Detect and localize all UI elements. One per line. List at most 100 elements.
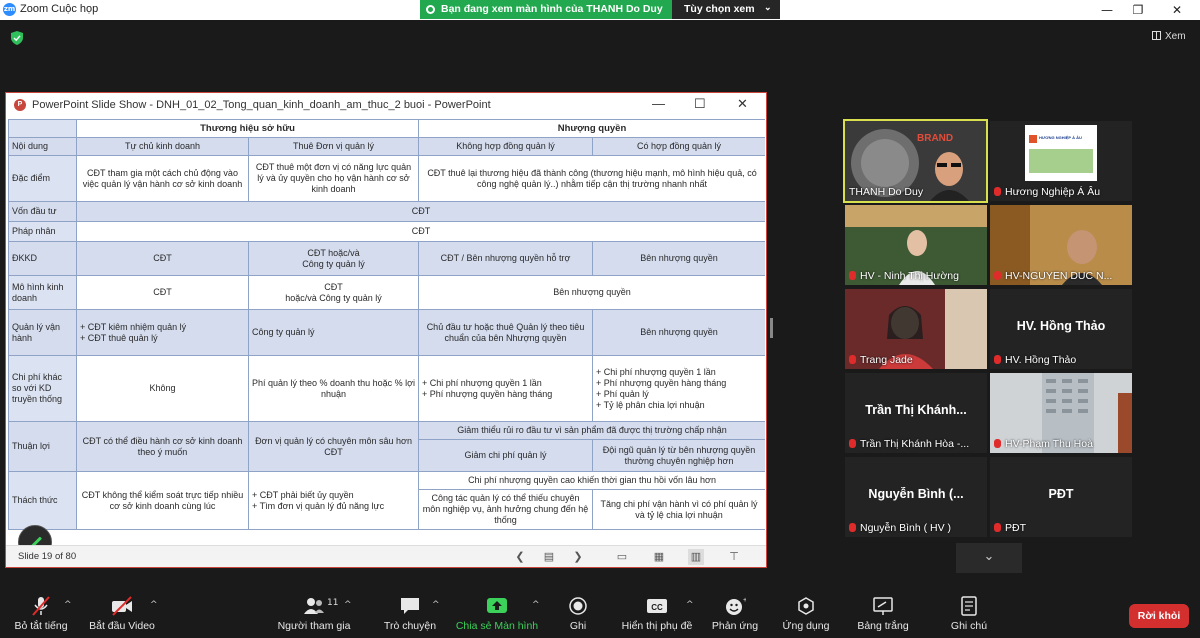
participant-display-name: Nguyễn Bình (... [868,487,964,501]
row-header: Nội dung [8,137,77,156]
start-video-button[interactable]: Bắt đầu Video [88,596,156,632]
chat-icon [401,598,419,614]
unmute-button[interactable]: Bỏ tắt tiếng [12,596,70,632]
slideshow-view-icon[interactable]: ⊤ [726,549,742,565]
normal-view-icon[interactable]: ▭ [614,549,630,565]
table-cell: Chi phí nhượng quyền cao khiến thời gian… [418,471,765,490]
participant-tile[interactable]: BRAND THANH Do Duy [843,119,988,203]
mic-muted-icon [849,355,856,364]
powerpoint-icon: P [14,99,26,111]
table-cell: CĐT thuê lại thương hiệu đã thành công (… [418,155,765,202]
reaction-smiley-icon: + [726,597,746,615]
participant-name: PĐT [994,522,1026,534]
row-header: Pháp nhân [8,221,77,242]
share-indicator-icon [426,5,435,14]
mic-muted-icon [849,523,856,532]
header-owned-brand: Thương hiệu sở hữu [75,119,420,138]
table-cell: + Chi phí nhượng quyền 1 lần + Phí nhượn… [592,355,765,422]
participant-name: Nguyễn Bình ( HV ) [849,522,951,534]
participant-tile[interactable]: HV. Hồng Thảo HV. Hồng Thảo [990,289,1132,369]
participants-chevron-icon[interactable]: ^ [344,600,352,610]
previous-slide-icon[interactable]: ❮ [512,549,528,565]
gallery-next-page-button[interactable]: ⌄ [956,543,1022,573]
slide-notes-icon[interactable]: ▤ [541,549,557,565]
powerpoint-title-bar: P PowerPoint Slide Show - DNH_01_02_Tong… [6,93,766,117]
svg-text:CC: CC [651,603,663,612]
table-cell: CĐT [75,201,765,222]
participant-name: HV-Phạm Thu Hoà [994,438,1093,450]
svg-text:+: + [743,597,746,604]
chevron-down-icon: ⌄ [983,549,995,564]
video-options-chevron-icon[interactable]: ^ [150,600,158,610]
table-cell: Tăng chi phí vận hành vì có phí quản lý … [592,489,765,530]
view-options-button[interactable]: Tùy chọn xem ⌄ [672,0,780,19]
participant-name: HV - Ninh Thị Hường [849,270,959,282]
table-cell: CĐT hoặc/và Công ty quản lý [247,275,420,310]
screen-share-banner: Bạn đang xem màn hình của THANH Do Duy [420,0,672,19]
table-cell: Công tác quản lý có thể thiếu chuyên môn… [418,489,594,530]
table-cell: Có hợp đồng quản lý [592,137,765,156]
notes-icon [961,596,977,616]
table-cell: CĐT thuê một đơn vị có năng lực quản lý … [247,155,420,202]
participant-tile[interactable]: HƯƠNG NGHIỆP Á ÂU Hương Nghiệp Á Âu [990,121,1132,201]
zoom-window: zm Zoom Cuộc họp Bạn đang xem màn hình c… [0,0,1200,638]
chat-button[interactable]: Trò chuyện [382,596,438,632]
shield-icon[interactable] [11,31,23,45]
next-slide-icon[interactable]: ❯ [570,549,586,565]
show-captions-button[interactable]: CC Hiển thị phụ đề [620,596,694,632]
participant-tile[interactable]: Trần Thị Khánh... Trần Thị Khánh Hòa -..… [845,373,987,453]
table-cell: Giảm chi phí quản lý [418,439,594,472]
participant-name: HV. Hồng Thảo [994,354,1076,366]
leave-meeting-button[interactable]: Rời khỏi [1129,604,1189,628]
slide-sorter-icon[interactable]: ▦ [651,549,667,565]
table-cell: Giảm thiểu rủi ro đầu tư vì sản phẩm đã … [418,421,765,440]
table-cell: CĐT hoặc/và Công ty quản lý [247,241,420,276]
participant-tile[interactable]: HV-NGUYEN DUC N... [990,205,1132,285]
record-button[interactable]: Ghi [560,596,596,632]
captions-chevron-icon[interactable]: ^ [686,600,694,610]
participant-tile[interactable]: Nguyễn Bình (... Nguyễn Bình ( HV ) [845,457,987,537]
table-cell: + CĐT phải biết ủy quyền + Tìm đơn vị qu… [247,471,420,530]
maximize-icon[interactable]: ❐ [1123,1,1153,19]
participant-name: HV-NGUYEN DUC N... [994,270,1112,282]
audio-options-chevron-icon[interactable]: ^ [64,600,72,610]
table-cell: Tự chủ kinh doanh [76,137,249,156]
video-off-icon [112,596,132,616]
participant-display-name: PĐT [1048,487,1074,501]
powerpoint-title: PowerPoint Slide Show - DNH_01_02_Tong_q… [32,99,491,111]
share-screen-button[interactable]: Chia sẻ Màn hình [455,596,539,632]
whiteboard-button[interactable]: Bảng trắng [852,596,914,632]
participant-tile[interactable]: Trang Jade [845,289,987,369]
close-icon[interactable]: ✕ [1162,1,1192,19]
table-cell: Không [76,355,249,422]
table-cell: Không hợp đồng quản lý [418,137,594,156]
ppt-minimize-icon[interactable]: — [652,96,665,111]
reactions-button[interactable]: + Phản ứng [710,596,760,632]
row-header: Đặc điểm [8,155,77,202]
reading-view-icon[interactable]: ▥ [688,549,704,565]
participant-tile[interactable]: PĐT PĐT [990,457,1132,537]
participant-tile[interactable]: HV-Phạm Thu Hoà [990,373,1132,453]
chat-chevron-icon[interactable]: ^ [432,600,440,610]
powerpoint-window: P PowerPoint Slide Show - DNH_01_02_Tong… [5,92,767,568]
share-banner-text: Bạn đang xem màn hình của THANH Do Duy [441,3,663,15]
panel-resize-handle[interactable] [770,318,773,338]
apps-button[interactable]: Ứng dụng [778,596,834,632]
row-header: Mô hình kinh doanh [8,275,77,310]
zoom-logo-icon: zm [3,3,16,16]
share-chevron-icon[interactable]: ^ [532,600,540,610]
view-options-label: Tùy chọn xem [684,3,755,15]
participants-count: 11 [327,598,339,608]
minimize-icon[interactable]: — [1092,1,1122,19]
participants-icon [304,598,324,614]
participants-button[interactable]: Người tham gia [276,596,352,632]
ppt-close-icon[interactable]: ✕ [737,96,748,112]
ppt-maximize-icon[interactable]: ☐ [694,96,706,112]
notes-button[interactable]: Ghi chú [946,596,992,632]
view-button[interactable]: Xem [1152,31,1186,42]
grid-icon [1152,31,1161,40]
mic-muted-icon [994,271,1001,280]
table-cell: Phí quản lý theo % doanh thu hoặc % lợi … [247,355,420,422]
table-cell: + CĐT kiêm nhiệm quản lý + CĐT thuê quản… [76,309,249,356]
participant-tile[interactable]: HV - Ninh Thị Hường [845,205,987,285]
